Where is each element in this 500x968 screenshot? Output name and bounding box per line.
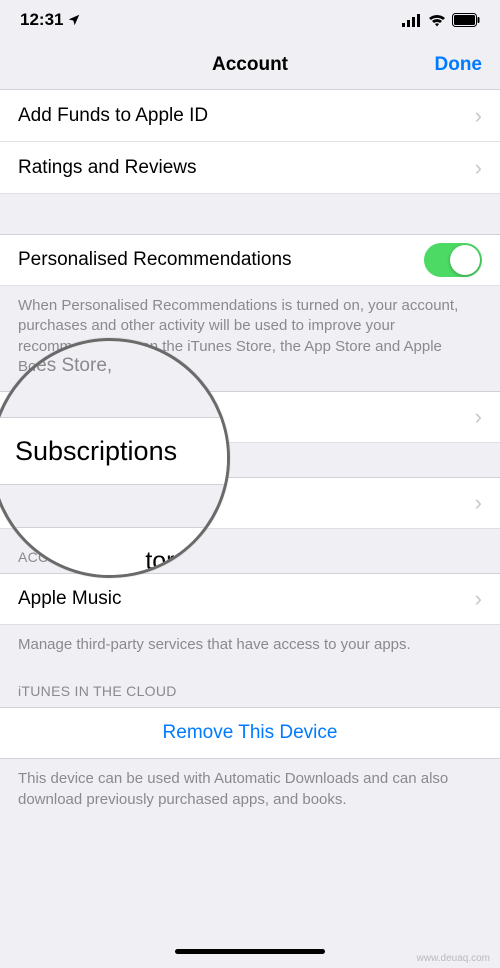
row-personalised-recommendations[interactable]: Personalised Recommendations [0,234,500,286]
row-label: Subscriptions [18,406,132,428]
footer-cloud: This device can be used with Automatic D… [0,759,500,824]
row-label: Add Funds to Apple ID [18,105,208,127]
nav-bar: Account Done [0,40,500,90]
remove-device-button[interactable]: Remove This Device [0,707,500,759]
link-label: Remove This Device [163,722,338,744]
status-bar: 12:31 [0,0,500,40]
chevron-right-icon: › [475,155,482,181]
page-title: Account [212,54,288,76]
row-ratings-reviews[interactable]: Ratings and Reviews › [0,142,500,194]
watermark: www.deuaq.com [417,953,490,964]
status-time: 12:31 [20,10,63,30]
row-label: Personalised Recommendations [18,249,292,271]
chevron-right-icon: › [475,490,482,516]
row-label: Ratings and Reviews [18,157,196,179]
home-indicator [175,949,325,954]
toggle-personalised[interactable] [424,243,482,277]
footer-personalised: When Personalised Recommendations is tur… [0,286,500,391]
row-add-funds[interactable]: Add Funds to Apple ID › [0,90,500,142]
group-gap [0,443,500,477]
chevron-right-icon: › [475,103,482,129]
row-label: Apple Music [18,588,122,610]
done-button[interactable]: Done [435,54,483,76]
row-label: Purchase History [18,492,163,514]
chevron-right-icon: › [475,586,482,612]
header-cloud: iTUNES IN THE CLOUD [0,669,500,707]
row-purchase-history[interactable]: Purchase History › [0,477,500,529]
battery-icon [452,13,480,27]
footer-account-access: Manage third-party services that have ac… [0,625,500,669]
location-icon [67,13,81,27]
header-account-access: ACCOUNT ACCESS [0,529,500,573]
row-subscriptions[interactable]: Subscriptions › [0,391,500,443]
row-apple-music[interactable]: Apple Music › [0,573,500,625]
chevron-right-icon: › [475,404,482,430]
cellular-icon [402,14,422,27]
wifi-icon [428,14,446,27]
group-gap [0,194,500,234]
